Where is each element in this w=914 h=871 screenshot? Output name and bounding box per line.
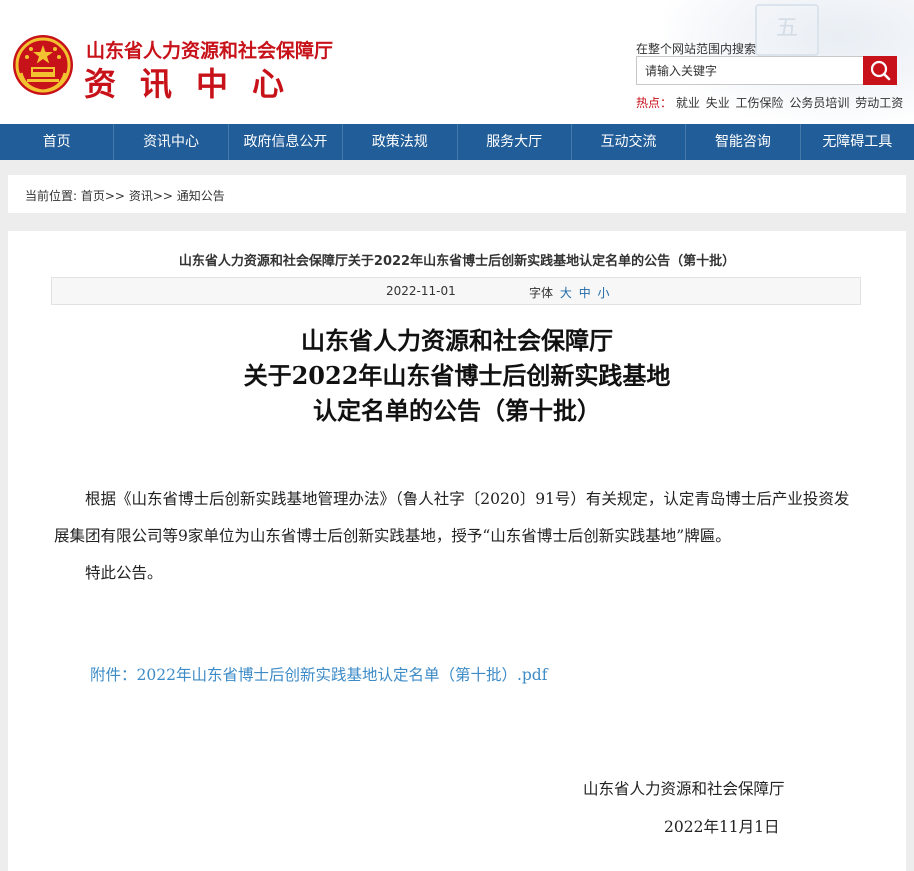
hot-link-employment[interactable]: 就业 bbox=[676, 96, 700, 110]
breadcrumb-news[interactable]: 资讯 bbox=[129, 189, 153, 203]
hot-link-unemployment[interactable]: 失业 bbox=[706, 96, 730, 110]
nav-accessibility[interactable]: 无障碍工具 bbox=[801, 124, 914, 160]
font-size-switcher: 字体 大 中 小 bbox=[529, 284, 610, 301]
article-panel: 山东省人力资源和社会保障厅关于2022年山东省博士后创新实践基地认定名单的公告（… bbox=[8, 231, 906, 871]
breadcrumb: 当前位置: 首页>> 资讯>> 通知公告 bbox=[25, 187, 225, 204]
national-emblem-icon bbox=[13, 35, 73, 95]
hot-link-labor-wage[interactable]: 劳动工资 bbox=[855, 96, 903, 110]
article-title-line: 山东省人力资源和社会保障厅 bbox=[301, 326, 613, 355]
site-name: 资讯中心 bbox=[84, 65, 309, 103]
hot-link-civil-servant-training[interactable]: 公务员培训 bbox=[789, 96, 849, 110]
font-size-large[interactable]: 大 bbox=[560, 286, 572, 300]
article-title-line: 关于2022年山东省博士后创新实践基地 bbox=[243, 361, 671, 390]
font-size-label: 字体 bbox=[529, 286, 554, 300]
nav-interaction[interactable]: 互动交流 bbox=[572, 124, 687, 160]
breadcrumb-notices[interactable]: 通知公告 bbox=[177, 189, 225, 203]
decorative-seal: 五 bbox=[755, 4, 819, 56]
hot-link-injury-insurance[interactable]: 工伤保险 bbox=[736, 96, 784, 110]
article-paragraph: 根据《山东省博士后创新实践基地管理办法》（鲁人社字〔2020〕91号）有关规定，… bbox=[54, 490, 850, 545]
breadcrumb-prefix: 当前位置: bbox=[25, 189, 81, 203]
article-title-line: 认定名单的公告（第十批） bbox=[313, 396, 601, 425]
main-nav: 首页 资讯中心 政府信息公开 政策法规 服务大厅 互动交流 智能咨询 无障碍工具 bbox=[0, 124, 914, 160]
article-meta-bar: 2022-11-01 字体 大 中 小 bbox=[51, 277, 861, 305]
publish-date: 2022-11-01 bbox=[386, 284, 456, 298]
signature-org: 山东省人力资源和社会保障厅 bbox=[583, 780, 785, 798]
nav-news-center[interactable]: 资讯中心 bbox=[114, 124, 229, 160]
search-input[interactable] bbox=[637, 57, 863, 84]
search-hint: 在整个网站范围内搜索 bbox=[636, 42, 757, 56]
font-size-small[interactable]: 小 bbox=[598, 286, 610, 300]
search-button[interactable] bbox=[863, 56, 897, 85]
attachment-link[interactable]: 附件：2022年山东省博士后创新实践基地认定名单（第十批）.pdf bbox=[90, 663, 547, 685]
breadcrumb-sep: >> bbox=[104, 189, 125, 203]
signature-date: 2022年11月1日 bbox=[664, 818, 780, 836]
nav-service-hall[interactable]: 服务大厅 bbox=[458, 124, 572, 160]
site-header: 五 山东省人力资源和社会保障厅 资讯中心 在整个网站范围内搜索 热点： 就业 失… bbox=[0, 0, 914, 124]
article-body: 根据《山东省博士后创新实践基地管理办法》（鲁人社字〔2020〕91号）有关规定，… bbox=[54, 481, 864, 592]
font-size-medium[interactable]: 中 bbox=[579, 286, 591, 300]
nav-smart-consult[interactable]: 智能咨询 bbox=[686, 124, 801, 160]
breadcrumb-home[interactable]: 首页 bbox=[81, 189, 105, 203]
search-box bbox=[636, 56, 864, 85]
nav-policies[interactable]: 政策法规 bbox=[343, 124, 458, 160]
search-icon bbox=[870, 60, 891, 81]
article-paragraph: 特此公告。 bbox=[85, 564, 163, 582]
breadcrumb-sep: >> bbox=[152, 189, 173, 203]
nav-gov-info[interactable]: 政府信息公开 bbox=[229, 124, 344, 160]
hot-topics: 热点： 就业 失业 工伤保险 公务员培训 劳动工资 bbox=[636, 94, 905, 111]
breadcrumb-bar: 当前位置: 首页>> 资讯>> 通知公告 bbox=[8, 175, 906, 213]
hot-label: 热点： bbox=[636, 96, 673, 110]
article-header-title: 山东省人力资源和社会保障厅关于2022年山东省博士后创新实践基地认定名单的公告（… bbox=[178, 254, 736, 269]
nav-home[interactable]: 首页 bbox=[0, 124, 115, 160]
article-title: 山东省人力资源和社会保障厅 关于2022年山东省博士后创新实践基地 认定名单的公… bbox=[8, 323, 906, 428]
